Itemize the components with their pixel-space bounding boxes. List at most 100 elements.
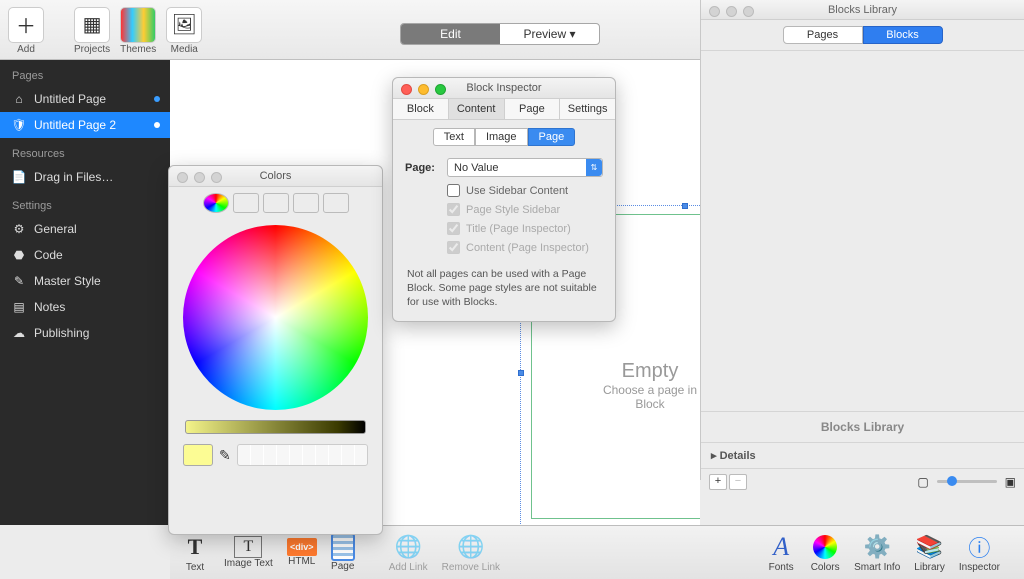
sidebar-item-general[interactable]: ⚙General — [0, 216, 170, 242]
sliders-tab-icon[interactable] — [233, 193, 259, 213]
content-checkbox — [447, 241, 460, 254]
wheel-tab-icon[interactable] — [203, 193, 229, 213]
tab-settings[interactable]: Settings — [560, 99, 615, 119]
home-icon: ⌂ — [10, 92, 28, 106]
mode-segment[interactable]: Edit Preview ▾ — [400, 23, 600, 45]
page-style-checkbox — [447, 203, 460, 216]
colors-panel: Colors ✎ — [168, 165, 383, 535]
library-section-label: Blocks Library — [701, 411, 1024, 442]
plus-icon: ＋ — [8, 7, 44, 43]
library-titlebar[interactable]: Blocks Library — [701, 0, 1024, 20]
grid-small-icon: ▢ — [917, 475, 928, 489]
file-icon: 📄 — [10, 170, 28, 184]
traffic-lights[interactable] — [177, 172, 222, 183]
color-mode-tabs[interactable] — [169, 187, 382, 219]
traffic-lights[interactable] — [709, 6, 754, 17]
sidebar-header-resources: Resources — [0, 138, 170, 164]
tab-content[interactable]: Content — [449, 99, 505, 119]
sidebar-resources-item[interactable]: 📄Drag in Files… — [0, 164, 170, 190]
shield-icon: 🛡 — [10, 118, 28, 132]
gear-icon: ⚙ — [10, 222, 28, 236]
sidebar-page-item-selected[interactable]: 🛡Untitled Page 2 — [0, 112, 170, 138]
add-text-button[interactable]: TText — [180, 532, 210, 573]
use-sidebar-checkbox[interactable] — [447, 184, 460, 197]
info-icon: ⓘ — [964, 532, 994, 562]
library-remove-button: − — [729, 474, 747, 490]
library-tabs: Pages Blocks — [701, 20, 1024, 51]
add-page-button[interactable]: Page — [331, 533, 355, 572]
palette-tab-icon[interactable] — [263, 193, 289, 213]
swatch-wells[interactable] — [237, 444, 368, 466]
add-html-button[interactable]: <div>HTML — [287, 538, 317, 567]
eyedropper-icon[interactable]: ✎ — [219, 447, 231, 464]
brightness-slider[interactable] — [185, 420, 366, 434]
themes-button[interactable]: Themes — [120, 7, 156, 55]
sidebar-item-notes[interactable]: ▤Notes — [0, 294, 170, 320]
addlink-icon: 🌐 — [393, 532, 423, 562]
remove-link-button: 🌐Remove Link — [442, 532, 500, 573]
media-icon: 🖼 — [166, 7, 202, 43]
code-icon: ⬣ — [10, 248, 28, 262]
subtab-image[interactable]: Image — [475, 128, 528, 146]
inspector-main-tabs: Block Content Page Settings — [393, 99, 615, 120]
title-checkbox — [447, 222, 460, 235]
mode-edit[interactable]: Edit — [401, 24, 500, 44]
page-icon — [331, 533, 355, 561]
crayons-tab-icon[interactable] — [323, 193, 349, 213]
library-tab-blocks[interactable]: Blocks — [863, 26, 943, 44]
sidebar-page-item[interactable]: ⌂Untitled Page — [0, 86, 170, 112]
library-details-toggle[interactable]: ▸ Details — [701, 442, 1024, 468]
brush-icon: ✎ — [10, 274, 28, 288]
thumbnail-size-slider[interactable] — [937, 480, 997, 483]
left-sidebar: Pages ⌂Untitled Page 🛡Untitled Page 2 Re… — [0, 60, 170, 525]
smartinfo-button[interactable]: ⚙️Smart Info — [854, 532, 900, 573]
library-tab-pages[interactable]: Pages — [783, 26, 863, 44]
subtab-text[interactable]: Text — [433, 128, 475, 146]
page-label: Page: — [405, 162, 447, 174]
library-content[interactable] — [701, 51, 1024, 411]
library-button[interactable]: 📚Library — [914, 532, 945, 573]
removelink-icon: 🌐 — [456, 532, 486, 562]
color-wheel[interactable] — [183, 225, 368, 410]
projects-icon: ▦ — [74, 7, 110, 43]
gear-icon: ⚙️ — [862, 532, 892, 562]
add-imagetext-button[interactable]: TImage Text — [224, 536, 273, 569]
tab-page[interactable]: Page — [505, 99, 561, 119]
sidebar-item-master-style[interactable]: ✎Master Style — [0, 268, 170, 294]
add-button[interactable]: ＋ Add — [8, 7, 44, 55]
empty-placeholder: Empty Choose a page in Block — [600, 360, 700, 411]
notes-icon: ▤ — [10, 300, 28, 314]
current-color-swatch[interactable] — [183, 444, 213, 466]
unsaved-dot-icon — [154, 122, 160, 128]
library-icon: 📚 — [915, 532, 945, 562]
add-link-button: 🌐Add Link — [389, 532, 428, 573]
sidebar-header-pages: Pages — [0, 60, 170, 86]
media-button[interactable]: 🖼 Media — [166, 7, 202, 55]
fonts-button[interactable]: AFonts — [766, 532, 796, 573]
resize-handle[interactable] — [518, 370, 524, 376]
block-inspector-panel: Block Inspector Block Content Page Setti… — [392, 77, 616, 322]
chevron-updown-icon: ⇅ — [586, 159, 602, 176]
library-add-button[interactable]: + — [709, 474, 727, 490]
grid-large-icon: ▣ — [1005, 475, 1016, 489]
spectrum-tab-icon[interactable] — [293, 193, 319, 213]
unsaved-dot-icon — [154, 96, 160, 102]
library-footer: + − ▢ ▣ — [701, 468, 1024, 494]
text-icon: T — [180, 532, 210, 562]
cloud-icon: ☁ — [10, 326, 28, 340]
sidebar-item-code[interactable]: ⬣Code — [0, 242, 170, 268]
resize-handle[interactable] — [682, 203, 688, 209]
imagetext-icon: T — [234, 536, 262, 558]
mode-preview[interactable]: Preview ▾ — [500, 24, 599, 44]
subtab-page[interactable]: Page — [528, 128, 576, 146]
colors-button[interactable]: Colors — [810, 532, 840, 573]
colors-icon — [810, 532, 840, 562]
inspector-button[interactable]: ⓘInspector — [959, 532, 1000, 573]
fonts-icon: A — [766, 532, 796, 562]
tab-block[interactable]: Block — [393, 99, 449, 119]
traffic-lights[interactable] — [401, 84, 446, 95]
page-select[interactable]: No Value ⇅ — [447, 158, 603, 177]
sidebar-item-publishing[interactable]: ☁Publishing — [0, 320, 170, 346]
blocks-library-window: Blocks Library Pages Blocks Blocks Libra… — [700, 0, 1024, 480]
projects-button[interactable]: ▦ Projects — [74, 7, 110, 55]
